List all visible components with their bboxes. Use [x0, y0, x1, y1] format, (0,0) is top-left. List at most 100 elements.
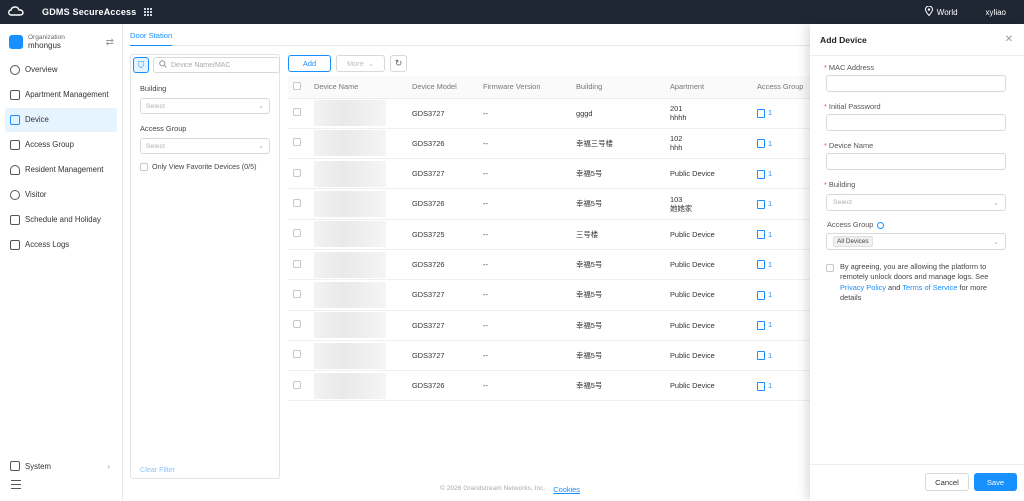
row-checkbox[interactable] — [288, 128, 314, 160]
agreement-checkbox[interactable] — [826, 264, 834, 272]
checkbox[interactable] — [293, 229, 301, 238]
checkbox[interactable] — [293, 138, 301, 147]
sidebar-item-label: Access Group — [25, 140, 74, 150]
device-model-cell: GDS3726 — [412, 128, 483, 160]
checkbox[interactable] — [293, 259, 301, 268]
access-group-count[interactable]: 1 — [768, 290, 772, 299]
building-cell: 幸福5号 — [576, 310, 670, 341]
device-name-cell — [314, 158, 412, 190]
access-group-count[interactable]: 1 — [768, 169, 772, 178]
checkbox[interactable] — [293, 380, 301, 389]
clear-filter-link[interactable]: Clear Filter — [140, 465, 175, 474]
sidebar-item-access-group[interactable]: Access Group — [5, 133, 117, 157]
building-icon — [10, 89, 20, 100]
column-header-device-name[interactable]: Device Name — [314, 76, 412, 99]
checkbox[interactable] — [140, 162, 148, 171]
device-name-cell — [314, 98, 412, 129]
sidebar-item-system[interactable]: System › — [5, 454, 118, 478]
filter-icon[interactable]: ⛉ — [133, 57, 149, 73]
search-input[interactable] — [171, 61, 271, 69]
search-box[interactable] — [153, 57, 280, 73]
access-group-icon — [757, 290, 765, 300]
tab-door-station[interactable]: Door Station — [130, 31, 173, 46]
column-header-device-model[interactable]: Device Model — [412, 76, 483, 99]
organization-switcher[interactable]: Organization mhongus ⇄ — [0, 24, 122, 57]
row-checkbox[interactable] — [288, 340, 314, 372]
checkbox[interactable] — [293, 108, 301, 117]
checkbox[interactable] — [293, 81, 301, 90]
checkbox[interactable] — [293, 350, 301, 359]
sidebar-item-schedule-and-holiday[interactable]: Schedule and Holiday — [5, 208, 117, 232]
row-checkbox[interactable] — [288, 279, 314, 311]
sidebar-item-access-logs[interactable]: Access Logs — [5, 233, 117, 257]
access-group-count[interactable]: 1 — [768, 230, 772, 239]
apartment-cell: Public Device — [670, 340, 757, 372]
device-name-label: * Device Name — [824, 141, 873, 150]
select-all-checkbox[interactable] — [288, 76, 314, 99]
user-menu[interactable]: xyliao — [986, 8, 1006, 17]
access-group-count[interactable]: 1 — [768, 260, 772, 269]
mac-address-input[interactable] — [826, 75, 1006, 92]
device-name-redacted — [314, 130, 386, 157]
checkbox[interactable] — [293, 198, 301, 207]
building-filter-select[interactable]: Select ⌄ — [140, 98, 270, 114]
more-button[interactable]: More ⌄ — [336, 55, 385, 72]
sidebar-item-apartment-management[interactable]: Apartment Management — [5, 83, 117, 107]
column-header-building[interactable]: Building — [576, 76, 670, 99]
device-name-input[interactable] — [826, 153, 1006, 170]
region-selector[interactable]: World — [924, 5, 958, 18]
info-icon[interactable] — [877, 221, 885, 229]
refresh-button[interactable]: ↻ — [390, 55, 407, 72]
access-group-select[interactable]: All Devices ⌄ — [826, 233, 1006, 250]
sidebar-item-resident-management[interactable]: Resident Management — [5, 158, 117, 182]
apartment-line-1: Public Device — [670, 350, 715, 360]
save-button[interactable]: Save — [974, 473, 1017, 491]
app-grid-icon[interactable] — [144, 8, 153, 16]
device-model-cell: GDS3726 — [412, 188, 483, 220]
access-group-filter-select[interactable]: Select ⌄ — [140, 138, 270, 154]
device-name-redacted — [314, 100, 386, 127]
checkbox[interactable] — [293, 320, 301, 329]
access-group-count[interactable]: 1 — [768, 381, 772, 390]
privacy-policy-link[interactable]: Privacy Policy — [840, 283, 886, 292]
favorite-devices-checkbox[interactable]: Only View Favorite Devices (0/5) — [140, 162, 257, 171]
collapse-menu-icon[interactable] — [11, 480, 21, 489]
row-checkbox[interactable] — [288, 219, 314, 250]
switch-icon[interactable]: ⇄ — [106, 37, 114, 48]
cookies-link[interactable]: Cookies — [553, 485, 580, 494]
column-header-firmware-version[interactable]: Firmware Version — [483, 76, 576, 99]
cancel-button[interactable]: Cancel — [925, 473, 969, 491]
row-checkbox[interactable] — [288, 158, 314, 190]
device-name-cell — [314, 249, 412, 281]
device-name-cell — [314, 219, 412, 250]
access-group-count[interactable]: 1 — [768, 199, 772, 208]
access-group-count[interactable]: 1 — [768, 320, 772, 329]
column-header-apartment[interactable]: Apartment — [670, 76, 757, 99]
sidebar-item-overview[interactable]: Overview — [5, 58, 117, 82]
sidebar-item-label: Device — [25, 115, 49, 125]
row-checkbox[interactable] — [288, 249, 314, 281]
building-select[interactable]: Select ⌄ — [826, 194, 1006, 211]
row-checkbox[interactable] — [288, 370, 314, 402]
sidebar-item-visitor[interactable]: Visitor — [5, 183, 117, 207]
add-button[interactable]: Add — [288, 55, 331, 72]
checkbox[interactable] — [293, 168, 301, 177]
row-checkbox[interactable] — [288, 310, 314, 341]
checkbox[interactable] — [293, 289, 301, 298]
firmware-version-cell: -- — [483, 128, 576, 160]
access-group-count[interactable]: 1 — [768, 351, 772, 360]
close-icon[interactable]: ✕ — [1005, 34, 1013, 45]
row-checkbox[interactable] — [288, 188, 314, 220]
access-group-count[interactable]: 1 — [768, 139, 772, 148]
access-group-count[interactable]: 1 — [768, 108, 772, 117]
chevron-down-icon: ⌄ — [258, 143, 264, 150]
row-checkbox[interactable] — [288, 98, 314, 129]
device-name-redacted — [314, 191, 386, 218]
apartment-cell: 103 她她家 — [670, 188, 757, 220]
firmware-version-cell: -- — [483, 370, 576, 402]
sidebar-item-device[interactable]: Device — [5, 107, 117, 132]
building-filter-label: Building — [140, 84, 167, 93]
terms-of-service-link[interactable]: Terms of Service — [902, 283, 957, 292]
initial-password-input[interactable] — [826, 114, 1006, 131]
firmware-version-cell: -- — [483, 219, 576, 250]
